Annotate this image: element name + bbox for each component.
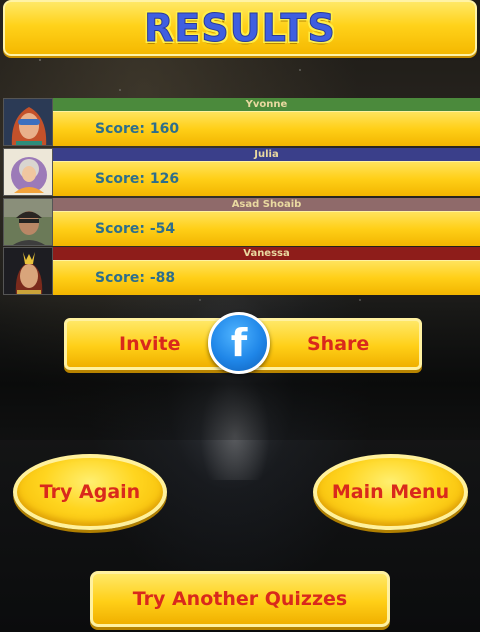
try-again-label: Try Again xyxy=(39,481,141,503)
player-score-band: Score: 126 xyxy=(53,161,480,196)
main-menu-label: Main Menu xyxy=(331,481,450,503)
facebook-icon[interactable]: f xyxy=(208,312,270,374)
page-title: RESULTS xyxy=(144,6,336,51)
try-again-button[interactable]: Try Again xyxy=(13,454,167,530)
avatar xyxy=(3,148,53,196)
avatar xyxy=(3,98,53,146)
main-menu-button[interactable]: Main Menu xyxy=(313,454,468,530)
player-score-band: Score: -88 xyxy=(53,260,480,295)
player-score-band: Score: 160 xyxy=(53,111,480,146)
player-row: Yvonne Score: 160 xyxy=(0,98,480,146)
player-name-band: Julia xyxy=(53,148,480,161)
invite-button[interactable]: Invite xyxy=(119,333,180,355)
try-another-quizzes-label: Try Another Quizzes xyxy=(132,588,348,610)
geyser-steam xyxy=(200,370,270,480)
share-button[interactable]: Share xyxy=(307,333,369,355)
player-score-band: Score: -54 xyxy=(53,211,480,246)
avatar xyxy=(3,247,53,295)
player-row: Asad Shoaib Score: -54 xyxy=(0,198,480,246)
player-name-band: Asad Shoaib xyxy=(53,198,480,211)
player-score: Score: -54 xyxy=(95,221,176,237)
results-title-bar: RESULTS xyxy=(3,0,477,56)
player-name-band: Yvonne xyxy=(53,98,480,111)
player-name-band: Vanessa xyxy=(53,247,480,260)
player-row: Vanessa Score: -88 xyxy=(0,247,480,295)
player-score: Score: 126 xyxy=(95,171,180,187)
player-score: Score: 160 xyxy=(95,121,180,137)
try-another-quizzes-button[interactable]: Try Another Quizzes xyxy=(90,571,390,627)
player-score: Score: -88 xyxy=(95,270,176,286)
player-row: Julia Score: 126 xyxy=(0,148,480,196)
avatar xyxy=(3,198,53,246)
